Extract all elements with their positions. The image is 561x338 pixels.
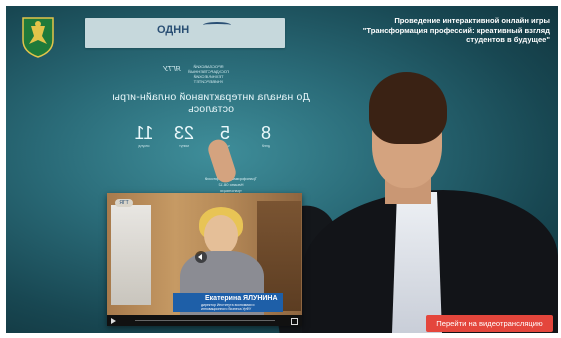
countdown-days: 8 дней <box>251 123 281 148</box>
presenter-shirt <box>392 192 442 333</box>
video-controls <box>107 315 302 326</box>
regional-coat-of-arms-logo <box>22 17 54 58</box>
hero-stage: Проведение интерактивной онлайн игры "Тр… <box>6 6 558 333</box>
video-window-bg <box>111 205 151 305</box>
chevron-left-icon[interactable] <box>195 251 207 263</box>
partners-banner: ОДНН <box>85 18 285 48</box>
partner-label: ОДНН <box>157 24 190 36</box>
video-progress-track[interactable] <box>135 320 275 321</box>
fullscreen-icon[interactable] <box>291 318 298 325</box>
countdown-seconds: 11 секунд <box>129 123 159 148</box>
countdown-days-label: дней <box>262 144 270 148</box>
presenter-hair <box>369 72 447 144</box>
swoosh-icon <box>203 22 231 28</box>
video-player[interactable]: ЯГТ Екатерина ЯЛУНИНА директор Института… <box>107 193 302 326</box>
countdown-days-value: 8 <box>261 123 272 143</box>
speaker-head <box>204 215 238 255</box>
speaker-lower-third: Екатерина ЯЛУНИНА директор Института эко… <box>173 293 283 312</box>
event-title: Проведение интерактивной онлайн игры "Тр… <box>362 16 550 44</box>
play-icon[interactable] <box>111 318 116 324</box>
go-to-broadcast-button[interactable]: Перейти на видеотрансляцию <box>426 315 553 332</box>
speaker-role: директор Института экономики и инновацио… <box>201 303 255 311</box>
countdown-minutes-value: 23 <box>173 123 195 143</box>
university-caption: ЯРОСЛАВСКИЙ ГОСУДАРСТВЕННЫЙ ТЕХНИЧЕСКИЙ … <box>188 64 229 84</box>
countdown-minutes: 23 минут <box>169 123 199 148</box>
channel-badge: ЯГТ <box>115 199 133 207</box>
countdown-title: До начала интерактивной онлайн-игры оста… <box>112 91 310 115</box>
speaker-name: Екатерина ЯЛУНИНА <box>205 295 278 302</box>
countdown-minutes-label: минут <box>179 144 189 148</box>
countdown-seconds-value: 11 <box>134 123 154 143</box>
countdown-seconds-label: секунд <box>138 144 150 148</box>
